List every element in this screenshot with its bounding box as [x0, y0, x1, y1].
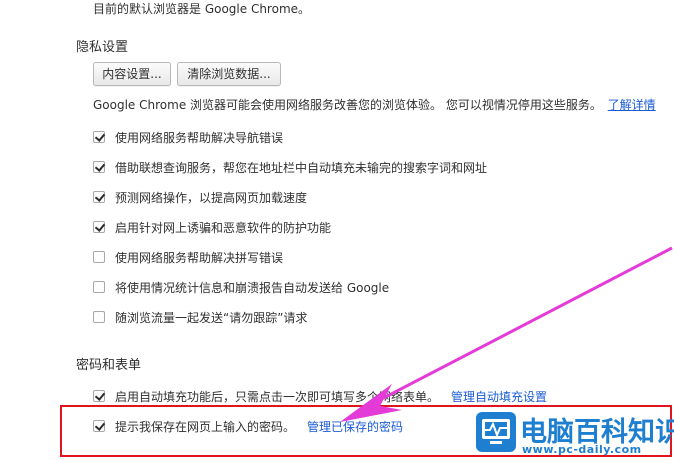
checkbox[interactable]	[93, 251, 105, 263]
option-label: 将使用情况统计信息和崩溃报告自动发送给 Google	[115, 280, 390, 295]
arrow-shaft	[371, 246, 673, 406]
clear-browsing-data-button[interactable]: 清除浏览数据...	[177, 62, 281, 86]
option-label: 预测网络操作，以提高网页加载速度	[115, 190, 308, 205]
watermark-url: www.pc-daily.com	[522, 443, 642, 456]
monitor-pulse-icon	[476, 412, 516, 452]
checkbox[interactable]	[93, 131, 105, 143]
checkbox[interactable]	[93, 221, 105, 233]
option-label: 使用网络服务帮助解决导航错误	[115, 130, 284, 145]
option-label: 启用针对网上诱骗和恶意软件的防护功能	[115, 220, 332, 235]
manage-autofill-link[interactable]: 管理自动填充设置	[451, 388, 547, 405]
checkbox[interactable]	[93, 161, 105, 173]
option-predict-network[interactable]: 预测网络操作，以提高网页加载速度	[93, 189, 307, 205]
watermark-logo: 电脑百科知识 www.pc-daily.com	[476, 410, 674, 458]
privacy-description-text: Google Chrome 浏览器可能会使用网络服务改善您的浏览体验。 您可以视…	[93, 98, 602, 112]
option-label: 随浏览流量一起发送“请勿跟踪”请求	[115, 310, 308, 325]
option-label: 使用网络服务帮助解决拼写错误	[115, 250, 284, 265]
option-usage-statistics[interactable]: 将使用情况统计信息和崩溃报告自动发送给 Google	[93, 279, 389, 295]
checkbox[interactable]	[93, 281, 105, 293]
default-browser-text: 目前的默认浏览器是 Google Chrome。	[93, 2, 311, 16]
option-phishing-protection[interactable]: 启用针对网上诱骗和恶意软件的防护功能	[93, 219, 331, 235]
option-spelling-errors[interactable]: 使用网络服务帮助解决拼写错误	[93, 249, 283, 265]
option-label: 启用自动填充功能后，只需点击一次即可填写多个网络表单。	[115, 389, 440, 404]
learn-more-link[interactable]: 了解详情	[608, 98, 656, 112]
checkbox[interactable]	[93, 390, 105, 402]
content-settings-button[interactable]: 内容设置...	[93, 62, 171, 86]
passwords-section-title: 密码和表单	[76, 358, 142, 373]
option-navigation-errors[interactable]: 使用网络服务帮助解决导航错误	[93, 129, 283, 145]
privacy-section-title: 隐私设置	[76, 40, 129, 55]
option-label: 借助联想查询服务，帮您在地址栏中自动填充未输完的搜索字词和网址	[115, 160, 488, 175]
option-do-not-track[interactable]: 随浏览流量一起发送“请勿跟踪”请求	[93, 309, 307, 325]
option-enable-autofill[interactable]: 启用自动填充功能后，只需点击一次即可填写多个网络表单。 管理自动填充设置	[93, 388, 547, 404]
option-search-suggestions[interactable]: 借助联想查询服务，帮您在地址栏中自动填充未输完的搜索字词和网址	[93, 159, 487, 175]
checkbox[interactable]	[93, 191, 105, 203]
checkbox[interactable]	[93, 311, 105, 323]
privacy-description: Google Chrome 浏览器可能会使用网络服务改善您的浏览体验。 您可以视…	[93, 96, 656, 113]
